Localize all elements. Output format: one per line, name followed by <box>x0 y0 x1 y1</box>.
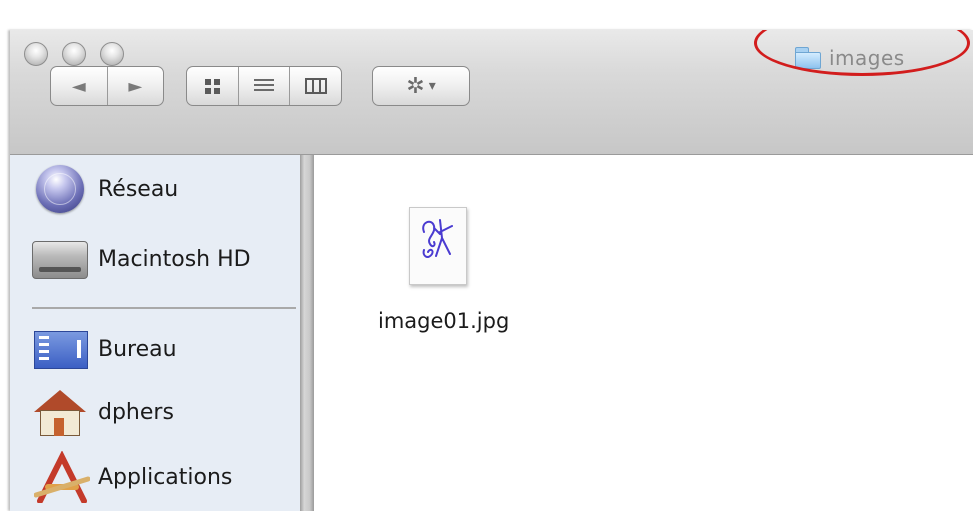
sidebar: Réseau Macintosh HD Bureau dphers Applic… <box>10 155 300 511</box>
back-arrow-icon: ◄ <box>71 75 86 97</box>
view-switcher <box>186 66 342 106</box>
nav-buttons: ◄ ► <box>50 66 164 106</box>
icon-grid-icon <box>204 78 220 94</box>
list-icon <box>254 79 274 93</box>
sidebar-divider <box>32 307 296 309</box>
sidebar-item-label: Macintosh HD <box>98 246 251 272</box>
column-view-button[interactable] <box>289 67 341 105</box>
finder-window: images ◄ ► ✲ ▾ Réseau Macintosh HD Burea… <box>10 30 973 511</box>
forward-button[interactable]: ► <box>106 67 164 105</box>
file-name: image01.jpg <box>378 309 510 333</box>
sidebar-splitter[interactable] <box>300 155 314 511</box>
zoom-button[interactable] <box>100 42 124 66</box>
sidebar-item-label: Réseau <box>98 176 179 202</box>
hard-drive-icon <box>30 233 90 285</box>
sidebar-item-label: Bureau <box>98 336 177 362</box>
sidebar-item-macintosh-hd[interactable]: Macintosh HD <box>30 231 251 287</box>
image-thumbnail-icon <box>409 207 467 285</box>
sidebar-item-reseau[interactable]: Réseau <box>30 161 178 217</box>
forward-arrow-icon: ► <box>128 75 143 97</box>
sidebar-item-label: dphers <box>98 399 174 425</box>
sidebar-item-dphers[interactable]: dphers <box>30 384 174 440</box>
back-button[interactable]: ◄ <box>51 67 107 105</box>
minimize-button[interactable] <box>62 42 86 66</box>
icon-view-button[interactable] <box>187 67 238 105</box>
desktop-icon <box>30 323 90 375</box>
home-icon <box>30 386 90 438</box>
action-menu-button[interactable]: ✲ ▾ <box>372 66 470 106</box>
sidebar-item-applications[interactable]: Applications <box>30 449 232 505</box>
list-view-button[interactable] <box>237 67 290 105</box>
gear-icon: ✲ <box>406 73 425 99</box>
sidebar-item-label: Applications <box>98 464 233 490</box>
sidebar-item-bureau[interactable]: Bureau <box>30 321 177 377</box>
title-bar[interactable]: images ◄ ► ✲ ▾ <box>10 30 973 155</box>
file-browser-content: image01.jpg <box>314 155 973 511</box>
columns-icon <box>304 78 327 94</box>
annotation-ring <box>754 30 970 76</box>
network-globe-icon <box>30 163 90 215</box>
file-item[interactable]: image01.jpg <box>378 207 510 333</box>
close-button[interactable] <box>24 42 48 66</box>
chevron-down-icon: ▾ <box>428 78 436 94</box>
applications-icon <box>30 451 90 503</box>
